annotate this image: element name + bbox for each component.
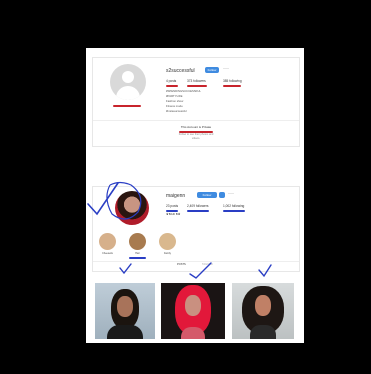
check-mark	[87, 182, 119, 216]
avatar-circle-mark	[106, 181, 142, 220]
check-mark	[258, 264, 272, 278]
handwritten-check-marks	[87, 181, 272, 279]
check-mark	[119, 263, 132, 275]
check-mark	[189, 262, 212, 279]
